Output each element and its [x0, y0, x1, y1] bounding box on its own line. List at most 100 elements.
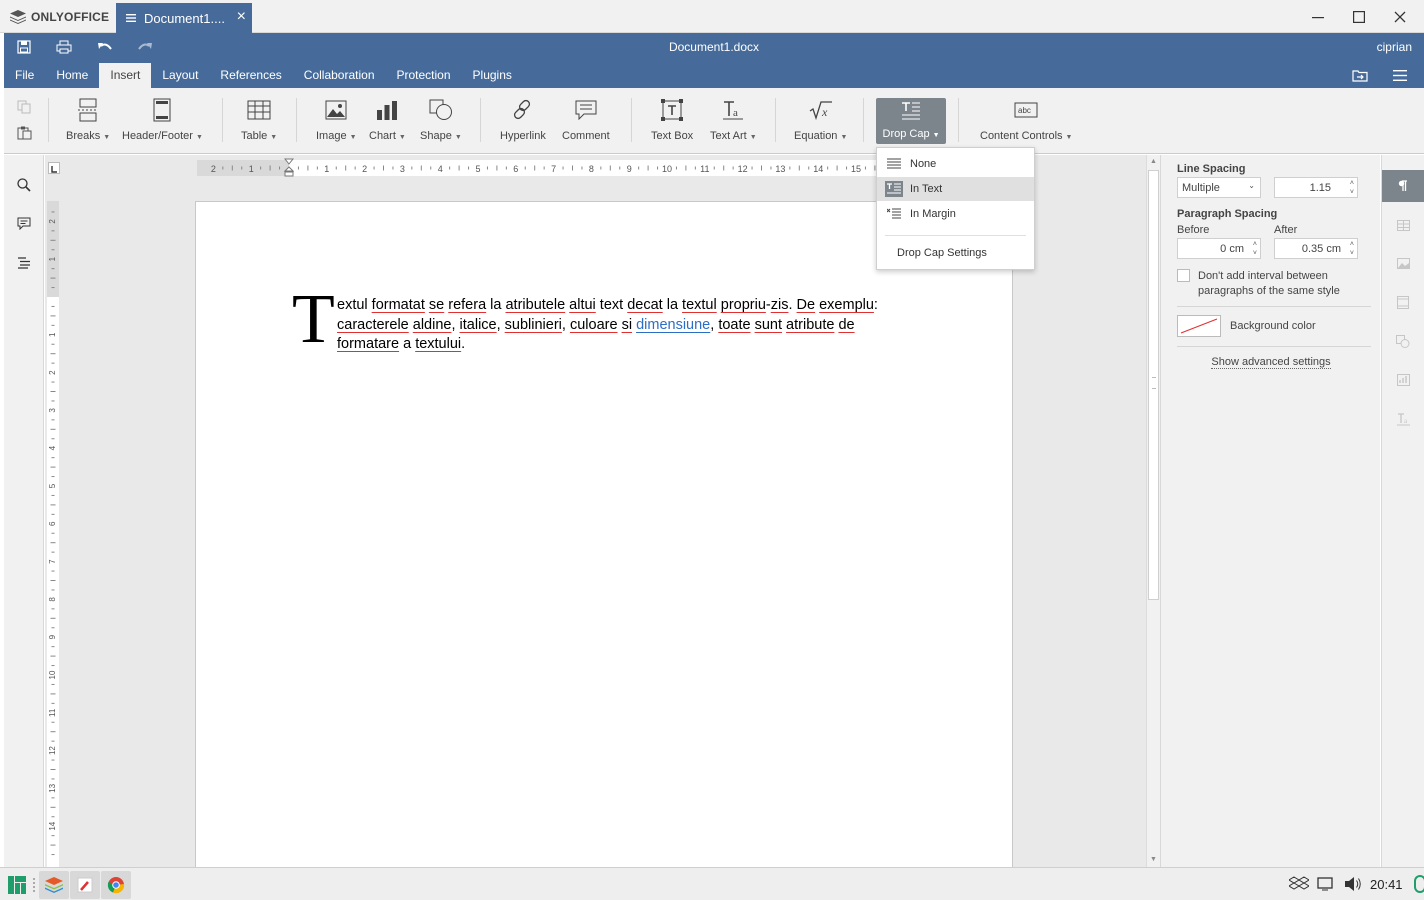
document-page[interactable]: T extul formatat se refera la atributele…: [195, 201, 1013, 867]
text-box-button[interactable]: Text Box: [651, 96, 693, 146]
spacing-after-input[interactable]: 0.35 cm ˄ ˅: [1274, 238, 1358, 259]
menu-layout[interactable]: Layout: [151, 63, 209, 88]
comments-button[interactable]: [14, 213, 34, 233]
drop-cap-letter[interactable]: T: [292, 285, 335, 355]
chrome-taskbar-app[interactable]: [101, 871, 131, 899]
line-spacing-mode-select[interactable]: Multiple ⌄: [1177, 177, 1261, 198]
minimize-icon: [1312, 17, 1324, 19]
chart-button[interactable]: Chart ▼: [369, 96, 406, 146]
paragraph-line-1[interactable]: extul formatat se refera la atributele a…: [337, 297, 878, 313]
clock[interactable]: 20:41: [1370, 877, 1403, 892]
vertical-scrollbar[interactable]: ▲ ▼: [1146, 155, 1160, 867]
horizontal-ruler[interactable]: 2 1 1 2 3 4 5 6 7 8 9 10 11 12 13 14 15: [197, 158, 885, 178]
hamburger-menu-button[interactable]: [1390, 67, 1410, 83]
paragraph-settings-panel: Line Spacing Multiple ⌄ 1.15 ˄ ˅ Paragrap…: [1160, 155, 1380, 867]
comment-button[interactable]: Comment: [562, 96, 610, 146]
shape-button[interactable]: Shape ▼: [420, 96, 462, 146]
image-settings-tab[interactable]: [1382, 247, 1424, 279]
user-name[interactable]: ciprian: [1377, 40, 1412, 54]
menu-insert[interactable]: Insert: [99, 63, 152, 88]
content-controls-label: Content Controls: [980, 130, 1063, 142]
spinner-icon[interactable]: ˄ ˅: [1350, 240, 1354, 258]
close-icon: [1394, 11, 1406, 23]
indent-marker-icon[interactable]: [284, 158, 294, 178]
misspelled-word: se: [428, 297, 445, 313]
breaks-button[interactable]: Breaks ▼: [66, 96, 110, 146]
text-run: .: [788, 297, 797, 313]
table-button[interactable]: Table ▼: [241, 96, 277, 146]
text-art-button[interactable]: a Text Art ▼: [710, 96, 757, 146]
menu-file[interactable]: File: [4, 63, 45, 88]
scrollbar-thumb[interactable]: [1148, 170, 1159, 600]
drop-cap-in-margin-option[interactable]: In Margin: [877, 202, 1034, 226]
open-location-button[interactable]: [1350, 67, 1370, 83]
editor-taskbar-app[interactable]: [70, 871, 100, 899]
equation-button[interactable]: x Equation ▼: [794, 96, 847, 146]
hyperlink-label: Hyperlink: [500, 130, 546, 142]
chevron-down-icon: ⌄: [1248, 181, 1255, 190]
text-art-icon: a: [723, 101, 744, 120]
copy-button[interactable]: [17, 100, 33, 114]
hyperlink-button[interactable]: Hyperlink: [500, 96, 546, 146]
menu-references[interactable]: References: [209, 63, 292, 88]
image-button[interactable]: Image ▼: [316, 96, 357, 146]
spacing-before-input[interactable]: 0 cm ˄ ˅: [1177, 238, 1261, 259]
close-window-button[interactable]: [1388, 6, 1412, 28]
svg-text:abc: abc: [1018, 106, 1031, 115]
paragraph-line-3[interactable]: formatare a textului.: [337, 336, 465, 352]
paragraph-line-2[interactable]: caracterele aldine, italice, sublinieri,…: [337, 317, 855, 333]
dropbox-tray-icon[interactable]: [1288, 876, 1310, 895]
show-advanced-settings-link[interactable]: Show advanced settings: [1161, 356, 1381, 369]
maximize-button[interactable]: [1347, 6, 1371, 28]
menu-collaboration[interactable]: Collaboration: [293, 63, 386, 88]
drop-cap-button[interactable]: Drop Cap ▼: [876, 98, 946, 144]
onlyoffice-app-icon: [45, 877, 63, 893]
misspelled-word: italice: [459, 317, 497, 333]
paragraph-settings-tab[interactable]: [1382, 170, 1424, 202]
navigation-button[interactable]: [14, 253, 34, 273]
menu-home[interactable]: Home: [45, 63, 99, 88]
close-tab-icon[interactable]: ×: [237, 9, 246, 25]
show-advanced-settings-text: Show advanced settings: [1211, 356, 1331, 369]
drop-cap-settings-option[interactable]: Drop Cap Settings: [877, 241, 1034, 265]
search-button[interactable]: [14, 175, 34, 195]
chart-settings-tab[interactable]: [1382, 364, 1424, 396]
start-menu-button[interactable]: [2, 871, 32, 899]
header-footer-settings-tab[interactable]: [1382, 286, 1424, 318]
scroll-up-icon[interactable]: ▲: [1150, 158, 1157, 165]
spinner-icon[interactable]: ˄ ˅: [1253, 240, 1257, 258]
misspelled-word: textul: [682, 297, 717, 313]
background-color-button[interactable]: [1177, 315, 1221, 337]
menu-protection[interactable]: Protection: [386, 63, 462, 88]
spinner-icon[interactable]: ˄ ˅: [1350, 179, 1354, 197]
onlyoffice-taskbar-app[interactable]: [39, 871, 69, 899]
dont-add-interval-checkbox[interactable]: [1177, 269, 1190, 282]
header-footer-button[interactable]: Header/Footer ▼: [122, 96, 203, 146]
volume-tray-icon[interactable]: [1344, 876, 1362, 895]
drop-cap-in-text-option[interactable]: In Text: [877, 177, 1034, 201]
menu-plugins[interactable]: Plugins: [462, 63, 523, 88]
drop-cap-none-option[interactable]: None: [877, 152, 1034, 176]
header-footer-icon: [1397, 295, 1409, 309]
hamburger-icon: [1393, 69, 1407, 81]
dont-add-interval-label: Don't add interval between paragraphs of…: [1198, 269, 1340, 299]
vertical-ruler[interactable]: 2 1 1 2 3 4 5 6 7 8 9 10 11 12 13 14: [45, 155, 63, 867]
table-settings-tab[interactable]: [1382, 209, 1424, 241]
table-icon: [247, 100, 271, 120]
line-spacing-value-input[interactable]: 1.15 ˄ ˅: [1274, 177, 1358, 198]
text-box-label: Text Box: [651, 130, 694, 142]
content-controls-button[interactable]: abc Content Controls ▼: [980, 96, 1072, 146]
text-art-settings-tab[interactable]: a: [1382, 403, 1424, 435]
document-tab[interactable]: Document1.... ×: [116, 3, 252, 33]
notifications-tray-icon[interactable]: [1317, 877, 1333, 894]
ruler-number: 7: [551, 164, 556, 174]
shape-settings-tab[interactable]: [1382, 325, 1424, 357]
scroll-down-icon[interactable]: ▼: [1150, 856, 1157, 863]
equation-icon: x: [809, 101, 832, 120]
status-indicator-icon[interactable]: [1414, 875, 1424, 893]
search-icon: [17, 178, 31, 192]
ruler-number: 11: [700, 164, 709, 174]
shape-label: Shape: [420, 130, 452, 142]
minimize-button[interactable]: [1306, 6, 1330, 28]
paste-button[interactable]: [17, 126, 33, 140]
